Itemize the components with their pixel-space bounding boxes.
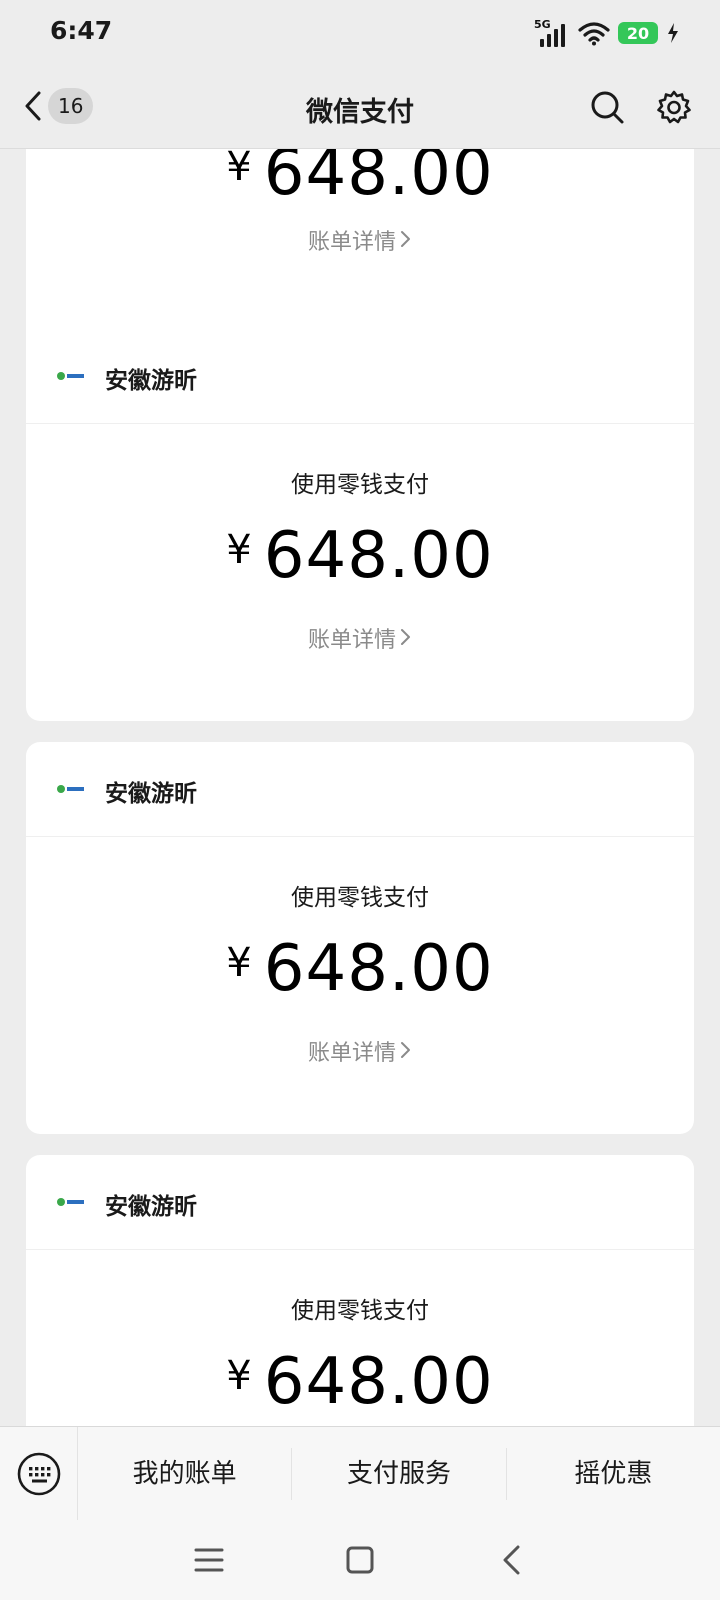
cellular-signal-icon: 5G xyxy=(534,19,570,47)
payment-method: 使用零钱支付 xyxy=(291,1298,429,1324)
system-back-button[interactable] xyxy=(492,1540,532,1580)
settings-button[interactable] xyxy=(654,88,694,128)
chevron-right-icon xyxy=(400,1040,412,1066)
bottom-menu-bar: 我的账单 支付服务 摇优惠 xyxy=(0,1426,720,1521)
charging-icon xyxy=(668,23,678,43)
status-icons: 5G 20 xyxy=(534,18,680,48)
chevron-right-icon xyxy=(400,627,412,653)
keyboard-toggle-button[interactable] xyxy=(0,1427,78,1521)
payment-amount: ¥648.00 xyxy=(226,932,494,1006)
home-square-icon xyxy=(346,1546,374,1574)
merchant-name: 安徽游昕 xyxy=(105,781,197,807)
card-merchant-header[interactable]: 安徽游昕 xyxy=(26,742,694,837)
network-type-label: 5G xyxy=(534,18,551,31)
bill-detail-link[interactable]: 账单详情 xyxy=(26,1035,694,1067)
bill-detail-link[interactable]: 账单详情 xyxy=(26,622,694,654)
search-icon xyxy=(591,91,624,124)
card-merchant-header[interactable]: 安徽游昕 xyxy=(26,1155,694,1250)
menu-payment-services[interactable]: 支付服务 xyxy=(292,1448,507,1500)
navigation-bar: 16 微信支付 xyxy=(0,66,720,149)
payment-amount: ¥648.00 xyxy=(226,519,494,593)
menu-my-bills[interactable]: 我的账单 xyxy=(78,1448,293,1500)
merchant-name: 安徽游昕 xyxy=(105,368,197,394)
card-merchant-header[interactable]: 安徽游昕 xyxy=(26,329,694,424)
payment-card: 安徽游昕 使用零钱支付 ¥648.00 账单详情 xyxy=(26,329,694,721)
system-navigation-bar xyxy=(0,1520,720,1600)
payment-amount: ¥648.00 xyxy=(226,1345,494,1419)
back-icon xyxy=(503,1545,520,1575)
merchant-logo-icon xyxy=(57,1198,84,1206)
payment-feed[interactable]: ¥648.00 账单详情 安徽游昕 使用零钱支付 ¥648.00 账单详情 安徽… xyxy=(0,149,720,1426)
keyboard-icon xyxy=(17,1452,60,1496)
merchant-name: 安徽游昕 xyxy=(105,1194,197,1220)
payment-card: 安徽游昕 使用零钱支付 ¥648.00 xyxy=(26,1155,694,1426)
menu-shake-offers[interactable]: 摇优惠 xyxy=(507,1448,720,1500)
payment-method: 使用零钱支付 xyxy=(291,885,429,911)
status-time: 6:47 xyxy=(50,16,113,45)
battery-indicator: 20 xyxy=(618,22,658,44)
recent-apps-button[interactable] xyxy=(189,1540,229,1580)
payment-card: 安徽游昕 使用零钱支付 ¥648.00 账单详情 xyxy=(26,742,694,1134)
search-button[interactable] xyxy=(588,88,628,128)
status-bar: 6:47 5G 20 xyxy=(0,0,720,66)
payment-amount: ¥648.00 xyxy=(226,149,494,210)
settings-gear-icon xyxy=(657,90,691,124)
home-button[interactable] xyxy=(340,1540,380,1580)
merchant-logo-icon xyxy=(57,785,84,793)
merchant-logo-icon xyxy=(57,372,84,380)
menu-icon xyxy=(194,1548,224,1572)
payment-method: 使用零钱支付 xyxy=(291,472,429,498)
bill-detail-link[interactable]: 账单详情 xyxy=(26,224,694,256)
chevron-right-icon xyxy=(400,229,412,255)
wifi-icon xyxy=(578,22,610,46)
